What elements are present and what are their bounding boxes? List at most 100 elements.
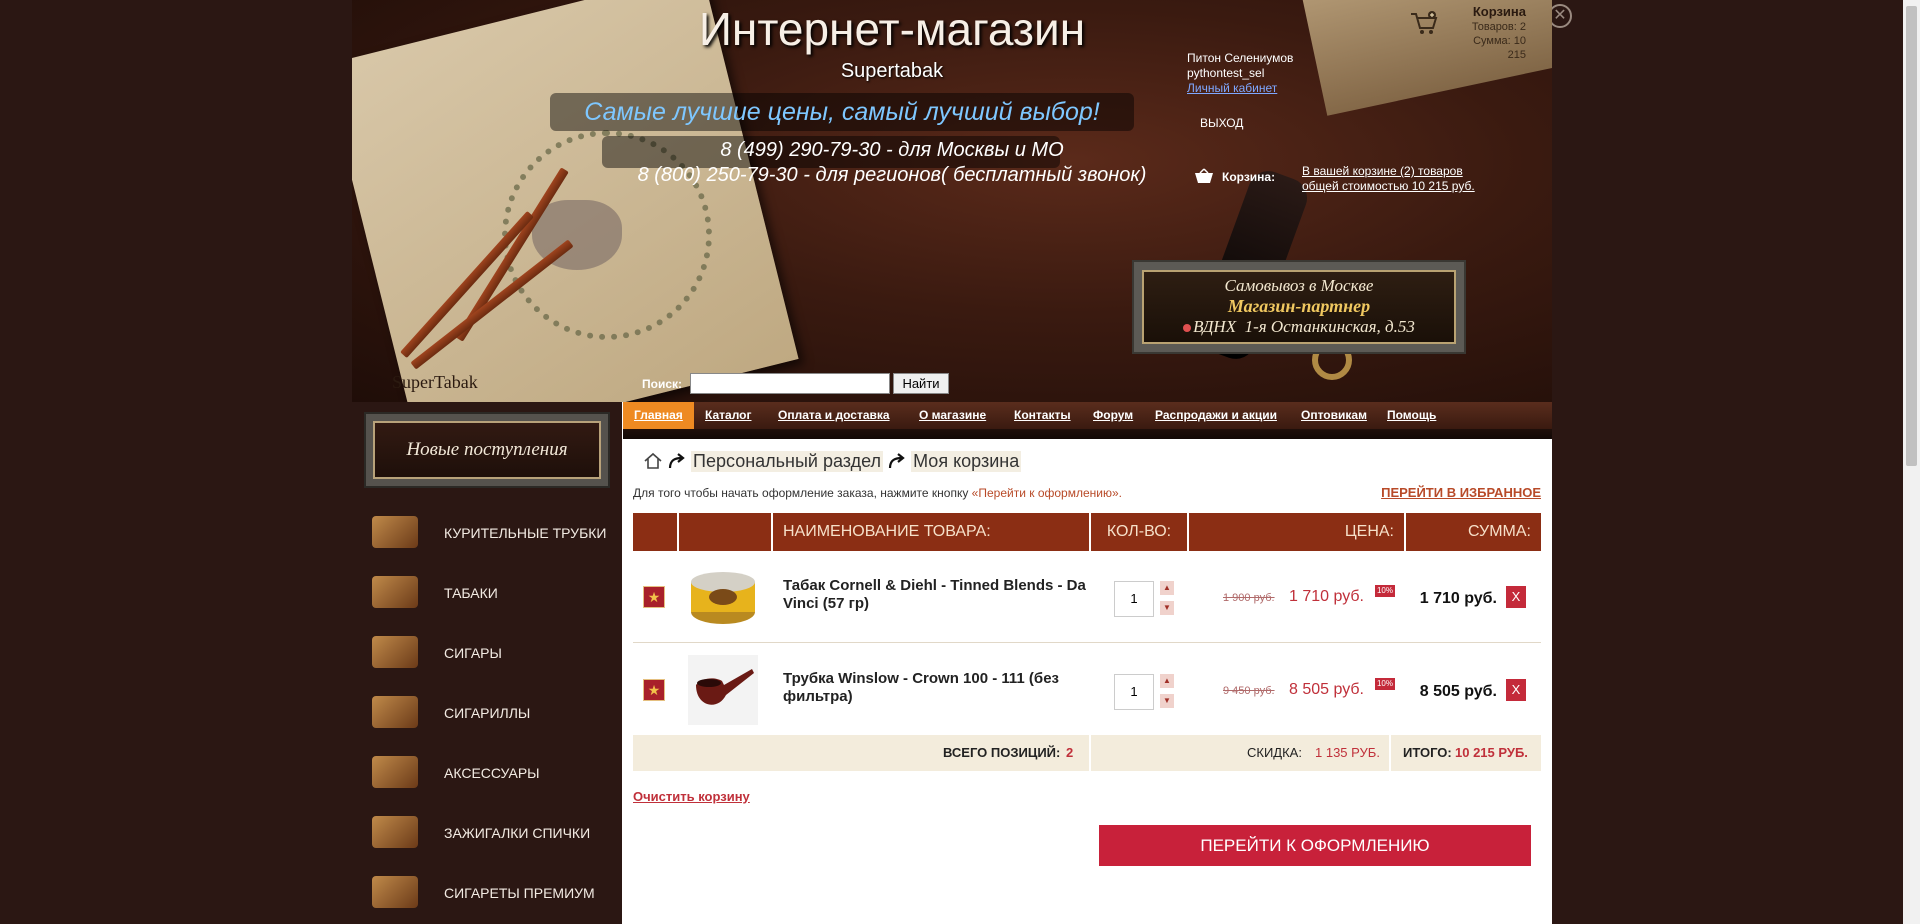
- arrow-icon: [888, 453, 905, 469]
- cart-icon[interactable]: [1410, 10, 1438, 36]
- quantity-input[interactable]: 1: [1114, 674, 1154, 710]
- product-name[interactable]: Трубка Winslow - Crown 100 - 111 (без фи…: [783, 670, 1093, 706]
- price: 8 505 руб.: [1289, 681, 1364, 698]
- table-row: ★ Табак Cornell & Diehl - Tinned Blends …: [633, 551, 1541, 643]
- col-name-header: НАИМЕНОВАНИЕ ТОВАРА:: [773, 513, 1089, 551]
- product-image[interactable]: [688, 562, 758, 632]
- category-premium-cigarettes[interactable]: СИГАРЕТЫ ПРЕМИУМ: [352, 862, 622, 922]
- mini-cart-title[interactable]: Корзина: [1462, 4, 1526, 19]
- pipe-icon: [372, 516, 418, 548]
- to-favorites-link[interactable]: ПЕРЕЙТИ В ИЗБРАННОЕ: [1381, 485, 1541, 500]
- breadcrumb-cart[interactable]: Моя корзина: [911, 450, 1022, 472]
- partner-pickup-text: Самовывоз в Москве: [1224, 276, 1374, 295]
- cigarillos-icon: [372, 696, 418, 728]
- summary-divider: [1389, 735, 1391, 771]
- home-icon[interactable]: [643, 451, 663, 471]
- nav-wholesale[interactable]: Оптовикам: [1290, 402, 1378, 429]
- user-name: Питон Селениумов: [1187, 51, 1294, 65]
- new-arrivals-label: Новые поступления: [373, 421, 601, 479]
- cart-info-link[interactable]: В вашей корзине (2) товаров: [1302, 164, 1502, 178]
- partner-title: Магазин-партнер: [1227, 296, 1371, 316]
- summary-divider: [1089, 735, 1091, 771]
- favorite-icon[interactable]: ★: [643, 679, 665, 701]
- clear-cart-link[interactable]: Очистить корзину: [633, 789, 750, 804]
- nav-catalog[interactable]: Каталог: [694, 402, 763, 429]
- nav-about[interactable]: О магазине: [908, 402, 997, 429]
- scrollbar-thumb[interactable]: [1906, 6, 1917, 466]
- nav-sales[interactable]: Распродажи и акции: [1144, 402, 1288, 429]
- qty-down-icon[interactable]: ▼: [1160, 694, 1174, 708]
- category-pipes[interactable]: КУРИТЕЛЬНЫЕ ТРУБКИ: [352, 502, 622, 562]
- old-price: 1 900 руб.: [1223, 592, 1275, 604]
- instruction-button-ref: «Перейти к оформлению».: [971, 486, 1122, 500]
- col-flag-header: [633, 513, 677, 551]
- slogan: Самые лучшие цены, самый лучший выбор!: [550, 93, 1134, 131]
- remove-item-button[interactable]: X: [1506, 679, 1526, 701]
- basket-icon: [1195, 168, 1213, 183]
- nav-payment-delivery[interactable]: Оплата и доставка: [767, 402, 901, 429]
- accessories-icon: [372, 756, 418, 788]
- discount-value: 1 135 РУБ.: [1315, 745, 1380, 760]
- breadcrumb: Персональный раздел Моя корзина: [643, 450, 1022, 472]
- table-row: ★ Трубка Winslow - Crown 100 - 111 (без …: [633, 644, 1541, 736]
- category-label: ТАБАКИ: [444, 585, 498, 601]
- cigarettes-icon: [372, 876, 418, 908]
- col-sum-header: СУММА:: [1406, 513, 1541, 551]
- remove-item-button[interactable]: X: [1506, 586, 1526, 608]
- qty-up-icon[interactable]: ▲: [1160, 674, 1174, 688]
- category-cigarillos[interactable]: СИГАРИЛЛЫ: [352, 682, 622, 742]
- tobacco-icon: [372, 576, 418, 608]
- favorite-icon[interactable]: ★: [643, 586, 665, 608]
- search-button[interactable]: Найти: [893, 373, 949, 394]
- cart-info-link-line2[interactable]: общей стоимостью 10 215 руб.: [1302, 179, 1502, 193]
- category-cigars[interactable]: СИГАРЫ: [352, 622, 622, 682]
- row-sum: 1 710 руб.: [1419, 590, 1497, 607]
- brand-signature: SuperTabak: [392, 372, 478, 392]
- col-image-header: [679, 513, 771, 551]
- col-qty-header: КОЛ-ВО:: [1091, 513, 1187, 551]
- row-sum: 8 505 руб.: [1419, 683, 1497, 700]
- cart-instruction: Для того чтобы начать оформление заказа,…: [633, 486, 1122, 500]
- product-image[interactable]: [688, 655, 758, 725]
- logout-link[interactable]: ВЫХОД: [1200, 116, 1243, 130]
- mini-cart-sum: Сумма: 10: [1473, 35, 1526, 47]
- new-arrivals-banner[interactable]: Новые поступления: [364, 412, 610, 488]
- old-price: 9 450 руб.: [1223, 685, 1275, 697]
- total-value: 10 215 РУБ.: [1455, 745, 1528, 760]
- partner-store-banner[interactable]: Самовывоз в Москве Магазин-партнер ВДНХ …: [1132, 260, 1466, 354]
- price: 1 710 руб.: [1289, 588, 1364, 605]
- partner-street: 1-я Останкинская, д.53: [1244, 317, 1415, 336]
- total-positions-label: ВСЕГО ПОЗИЦИЙ:: [943, 745, 1061, 760]
- nav-help[interactable]: Помощь: [1376, 402, 1447, 429]
- nav-forum[interactable]: Форум: [1082, 402, 1144, 429]
- nav-home[interactable]: Главная: [623, 402, 694, 429]
- page: Интернет-магазин Supertabak Самые лучшие…: [352, 0, 1552, 924]
- total-label: ИТОГО:: [1403, 745, 1452, 760]
- category-lighters[interactable]: ЗАЖИГАЛКИ СПИЧКИ: [352, 802, 622, 862]
- qty-up-icon[interactable]: ▲: [1160, 581, 1174, 595]
- category-tobacco[interactable]: ТАБАКИ: [352, 562, 622, 622]
- site-title: Интернет-магазин: [698, 3, 1086, 55]
- quantity-input[interactable]: 1: [1114, 581, 1154, 617]
- header: Интернет-магазин Supertabak Самые лучшие…: [352, 0, 1552, 402]
- mini-cart-count: Товаров: 2: [1471, 21, 1526, 33]
- user-login: pythontest_sel: [1187, 66, 1265, 80]
- category-label: СИГАРИЛЛЫ: [444, 705, 531, 721]
- cart-summary: ВСЕГО ПОЗИЦИЙ: 2 СКИДКА: 1 135 РУБ. ИТОГ…: [633, 735, 1541, 771]
- partner-address: ВДНХ 1-я Останкинская, д.53: [1144, 317, 1454, 337]
- checkout-button[interactable]: ПЕРЕЙТИ К ОФОРМЛЕНИЮ: [1099, 825, 1531, 866]
- nav-contacts[interactable]: Контакты: [1003, 402, 1082, 429]
- metro-station: ВДНХ: [1193, 317, 1237, 336]
- arrow-icon: [668, 453, 685, 469]
- category-accessories[interactable]: АКСЕССУАРЫ: [352, 742, 622, 802]
- page-scrollbar[interactable]: [1903, 0, 1920, 924]
- total-positions: 2: [1066, 745, 1074, 760]
- breadcrumb-personal[interactable]: Персональный раздел: [691, 450, 884, 472]
- qty-down-icon[interactable]: ▼: [1160, 601, 1174, 615]
- category-label: СИГАРЕТЫ ПРЕМИУМ: [444, 885, 595, 901]
- main-nav: Главная Каталог Оплата и доставка О мага…: [623, 402, 1552, 429]
- category-label: АКСЕССУАРЫ: [444, 765, 540, 781]
- search-input[interactable]: [690, 373, 890, 394]
- cabinet-link[interactable]: Личный кабинет: [1187, 81, 1277, 95]
- product-name[interactable]: Табак Cornell & Diehl - Tinned Blends - …: [783, 577, 1093, 613]
